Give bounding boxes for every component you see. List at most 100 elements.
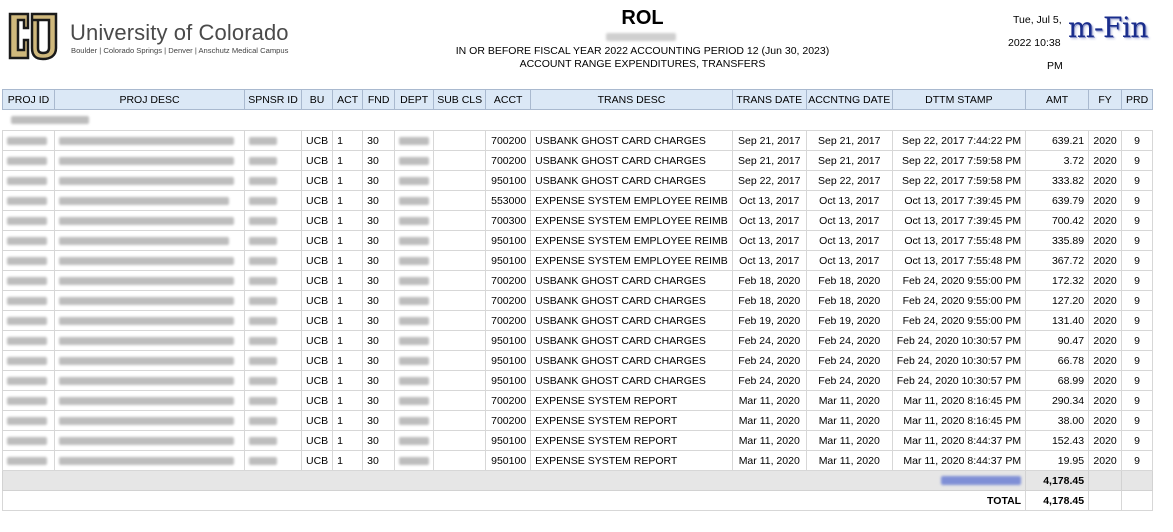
- fy-cell: 2020: [1088, 190, 1123, 211]
- redacted-proj-desc-cell: [59, 336, 234, 345]
- redacted-dept-cell: [399, 396, 430, 405]
- prd-cell: 9: [1121, 210, 1154, 231]
- acct-cell: 700200: [485, 310, 532, 331]
- proj-id-cell: [2, 310, 55, 331]
- trans-desc-cell: EXPENSE SYSTEM REPORT: [530, 410, 733, 431]
- fnd-cell: 30: [362, 450, 396, 471]
- acctng-date-cell: Mar 11, 2020: [805, 430, 893, 451]
- spnsr-id-cell: [244, 410, 302, 431]
- amt-cell: 700.42: [1025, 210, 1090, 231]
- redacted-spnsr-id-cell: [249, 136, 277, 145]
- sub-cls-cell: [433, 450, 487, 471]
- act-cell: 1: [332, 370, 364, 391]
- acctng-date-cell: Oct 13, 2017: [805, 190, 893, 211]
- acct-cell: 700200: [485, 410, 532, 431]
- proj-desc-cell: [54, 130, 245, 151]
- fy-cell: 2020: [1088, 170, 1123, 191]
- spnsr-id-cell: [244, 150, 302, 171]
- column-header-accntng-date: ACCNTNG DATE: [805, 89, 893, 110]
- dttm-stamp-cell: Oct 13, 2017 7:55:48 PM: [891, 250, 1027, 271]
- dept-cell: [394, 170, 435, 191]
- redacted-proj-desc-cell: [59, 356, 234, 365]
- spnsr-id-cell: [244, 130, 302, 151]
- group-label: [3, 110, 1153, 131]
- run-ampm: PM: [1047, 60, 1063, 72]
- amt-cell: 152.43: [1025, 430, 1090, 451]
- amt-cell: 19.95: [1025, 450, 1090, 471]
- proj-id-cell: [2, 170, 55, 191]
- redacted-dept-cell: [399, 196, 430, 205]
- acctng-date-cell: Mar 11, 2020: [805, 390, 893, 411]
- dept-cell: [394, 250, 435, 271]
- redacted-proj-desc-cell: [59, 136, 234, 145]
- dept-cell: [394, 310, 435, 331]
- amt-cell: 131.40: [1025, 310, 1090, 331]
- redacted-spnsr-id-cell: [249, 276, 277, 285]
- redacted-dept-cell: [399, 316, 430, 325]
- table-row: UCB 1 30 950100 USBANK GHOST CARD CHARGES Feb…: [2, 350, 1154, 371]
- dttm-stamp-cell: Feb 24, 2020 9:55:00 PM: [891, 270, 1027, 291]
- act-cell: 1: [332, 250, 364, 271]
- act-cell: 1: [332, 230, 364, 251]
- trans-date-cell: Oct 13, 2017: [731, 230, 807, 251]
- subtotal-amt: 4,178.45: [1025, 470, 1090, 491]
- dttm-stamp-cell: Mar 11, 2020 8:16:45 PM: [891, 410, 1027, 431]
- trans-desc-cell: USBANK GHOST CARD CHARGES: [530, 310, 733, 331]
- table-row: UCB 1 30 950100 USBANK GHOST CARD CHARGES Feb…: [2, 330, 1154, 351]
- redacted-dept-cell: [399, 156, 430, 165]
- amt-cell: 90.47: [1025, 330, 1090, 351]
- amt-cell: 68.99: [1025, 370, 1090, 391]
- prd-cell: 9: [1121, 350, 1154, 371]
- mfin-logo: m-Fin: [1068, 11, 1148, 44]
- dept-cell: [394, 430, 435, 451]
- spnsr-id-cell: [244, 430, 302, 451]
- bu-cell: UCB: [300, 170, 334, 191]
- redacted-proj-id-cell: [7, 376, 47, 385]
- trans-date-cell: Feb 18, 2020: [731, 290, 807, 311]
- fnd-cell: 30: [362, 210, 396, 231]
- table-row: UCB 1 30 700200 USBANK GHOST CARD CHARGES Feb…: [2, 290, 1154, 311]
- proj-id-cell: [2, 330, 55, 351]
- fy-cell: 2020: [1088, 450, 1123, 471]
- dept-cell: [394, 190, 435, 211]
- total-row: TOTAL 4,178.45: [1, 490, 1154, 511]
- proj-id-cell: [2, 270, 55, 291]
- proj-desc-cell: [54, 450, 245, 471]
- redacted-proj-desc-cell: [59, 436, 234, 445]
- sub-cls-cell: [433, 370, 487, 391]
- redacted-dept-cell: [399, 136, 430, 145]
- redacted-proj-id-cell: [7, 316, 47, 325]
- acct-cell: 950100: [485, 450, 532, 471]
- fnd-cell: 30: [362, 370, 396, 391]
- trans-date-cell: Mar 11, 2020: [731, 430, 807, 451]
- trans-desc-cell: EXPENSE SYSTEM EMPLOYEE REIMB: [530, 190, 733, 211]
- redacted-proj-id-cell: [7, 156, 47, 165]
- redacted-dept-cell: [399, 436, 430, 445]
- acctng-date-cell: Feb 19, 2020: [805, 310, 893, 331]
- sub-cls-cell: [433, 350, 487, 371]
- act-cell: 1: [332, 170, 364, 191]
- report-table: PROJ ID PROJ DESC SPNSR ID BU ACT FND DEPT SUB …: [1, 89, 1154, 511]
- table-row: UCB 1 30 700200 USBANK GHOST CARD CHARGES Sep…: [2, 150, 1154, 171]
- trans-date-cell: Sep 21, 2017: [731, 150, 807, 171]
- sub-cls-cell: [433, 270, 487, 291]
- proj-desc-cell: [54, 270, 245, 291]
- prd-cell: 9: [1121, 190, 1154, 211]
- acct-cell: 950100: [485, 330, 532, 351]
- table-row: UCB 1 30 950100 EXPENSE SYSTEM REPORT Mar 11,…: [2, 430, 1154, 451]
- dept-cell: [394, 450, 435, 471]
- fy-cell: 2020: [1088, 150, 1123, 171]
- redacted-proj-desc-cell: [59, 276, 234, 285]
- redacted-dept-cell: [399, 236, 430, 245]
- act-cell: 1: [332, 450, 364, 471]
- column-header-fnd: FND: [362, 89, 396, 110]
- trans-desc-cell: USBANK GHOST CARD CHARGES: [530, 270, 733, 291]
- acct-cell: 950100: [485, 230, 532, 251]
- trans-desc-cell: EXPENSE SYSTEM EMPLOYEE REIMB: [530, 230, 733, 251]
- redacted-dept-cell: [399, 356, 430, 365]
- fnd-cell: 30: [362, 190, 396, 211]
- sub-cls-cell: [433, 390, 487, 411]
- redacted-dept-cell: [399, 416, 430, 425]
- dept-cell: [394, 390, 435, 411]
- sub-cls-cell: [433, 330, 487, 351]
